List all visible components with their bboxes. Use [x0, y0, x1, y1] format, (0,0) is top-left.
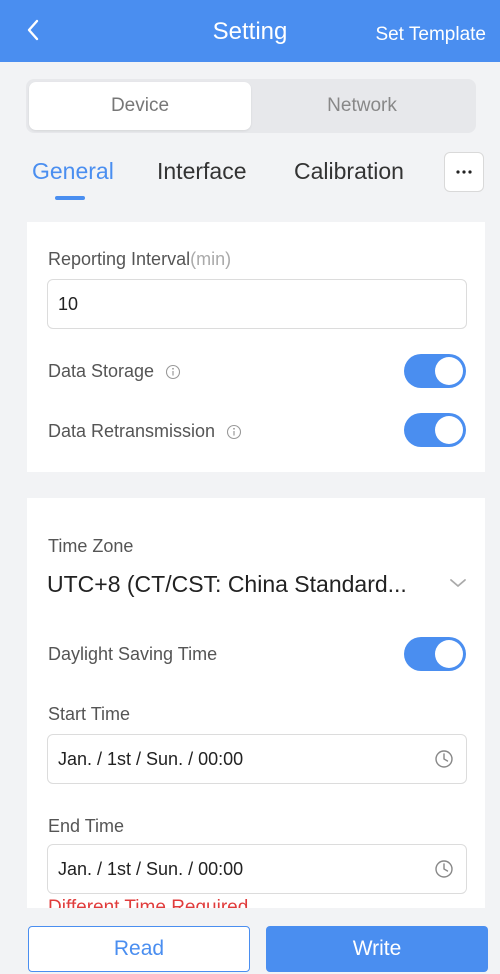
- error-message: Different Time Required: [48, 898, 248, 908]
- end-time-label: End Time: [48, 816, 125, 836]
- top-bar: Setting Set Template: [0, 0, 500, 62]
- chevron-down-icon: [450, 579, 466, 587]
- segment-device[interactable]: Device: [29, 82, 251, 130]
- tab-general[interactable]: General: [32, 158, 114, 185]
- time-zone-value: UTC+8 (CT/CST: China Standard...: [47, 571, 407, 597]
- daylight-saving-label: Daylight Saving Time: [48, 644, 218, 664]
- clock-icon: [435, 750, 453, 768]
- reporting-interval-value: 10: [58, 294, 79, 314]
- reporting-interval-input[interactable]: 10: [47, 279, 467, 329]
- write-button[interactable]: Write: [266, 926, 488, 972]
- end-time-value: Jan. / 1st / Sun. / 00:00: [58, 859, 244, 879]
- set-template-button[interactable]: Set Template: [375, 24, 486, 46]
- tab-calibration[interactable]: Calibration: [294, 158, 404, 185]
- chevron-left-icon[interactable]: [20, 17, 46, 43]
- data-storage-toggle[interactable]: [404, 354, 466, 388]
- device-network-segment: Device Network: [26, 79, 476, 133]
- bottom-action-bar: Read Write: [0, 908, 500, 974]
- tab-interface[interactable]: Interface: [157, 158, 247, 185]
- toggle-knob: [435, 640, 463, 668]
- clock-icon: [435, 860, 453, 878]
- daylight-saving-toggle[interactable]: [404, 637, 466, 671]
- read-button[interactable]: Read: [28, 926, 250, 972]
- start-time-value: Jan. / 1st / Sun. / 00:00: [58, 749, 244, 769]
- info-icon: [166, 365, 181, 380]
- more-icon: [456, 170, 472, 174]
- general-settings-card: Reporting Interval(min) 10 Data Storage …: [27, 222, 485, 472]
- start-time-input[interactable]: Jan. / 1st / Sun. / 00:00: [47, 734, 467, 784]
- data-retransmission-label: Data Retransmission: [48, 421, 242, 442]
- start-time-label: Start Time: [48, 704, 131, 724]
- active-tab-indicator: [55, 196, 85, 200]
- time-zone-select[interactable]: UTC+8 (CT/CST: China Standard...: [47, 563, 471, 609]
- more-tabs-button[interactable]: [444, 152, 484, 192]
- end-time-input[interactable]: Jan. / 1st / Sun. / 00:00: [47, 844, 467, 894]
- data-retransmission-toggle[interactable]: [404, 413, 466, 447]
- toggle-knob: [435, 357, 463, 385]
- time-settings-card: Time Zone UTC+8 (CT/CST: China Standard.…: [27, 498, 485, 908]
- info-icon: [227, 425, 242, 440]
- reporting-interval-label: Reporting Interval(min): [48, 249, 232, 269]
- time-zone-label: Time Zone: [48, 536, 134, 556]
- toggle-knob: [435, 416, 463, 444]
- segment-network[interactable]: Network: [251, 82, 473, 130]
- reporting-interval-unit: (min): [190, 249, 232, 269]
- data-storage-label: Data Storage: [48, 361, 181, 382]
